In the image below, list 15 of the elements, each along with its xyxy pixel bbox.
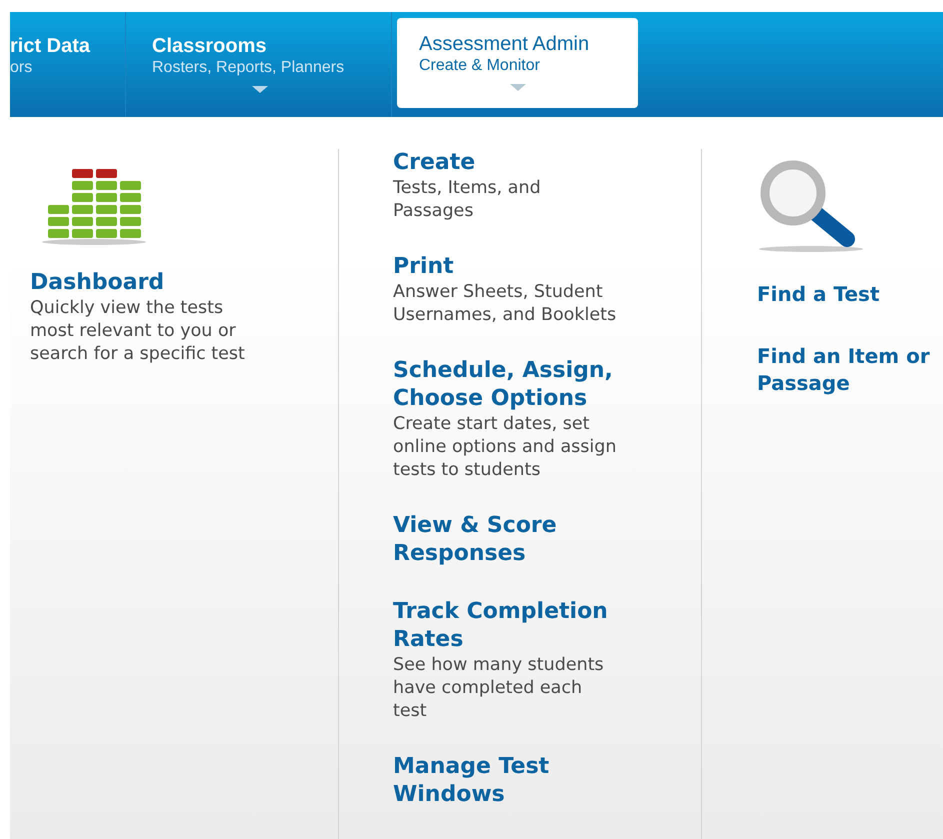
menu-description: See how many students have completed each test: [393, 654, 605, 723]
menu-link[interactable]: Dashboard: [30, 269, 338, 297]
menu-link[interactable]: Find a Test: [757, 281, 941, 308]
menu-link[interactable]: Print: [393, 253, 633, 281]
menu-description: Create start dates, set online options and assign tests to students: [393, 413, 618, 482]
menu-description: Answer Sheets, Student Usernames, and Booklets: [393, 281, 618, 327]
menu-description: Tests, Items, and Passages: [393, 177, 542, 223]
menu-link[interactable]: Schedule, Assign, Choose Options: [393, 357, 633, 413]
menu-description: Quickly view the tests most relevant to you or search for a specific test: [30, 297, 246, 366]
menu-link[interactable]: Manage Test Windows: [393, 753, 633, 809]
menu-link[interactable]: View & Score Responses: [393, 512, 633, 568]
menu-link[interactable]: Create: [393, 149, 633, 177]
menu-link[interactable]: Track Completion Rates: [393, 598, 633, 654]
nav-tab[interactable]: Assessment Admin Create & Monitor: [397, 18, 638, 108]
menu-link[interactable]: Find an Item or Passage: [757, 343, 941, 397]
